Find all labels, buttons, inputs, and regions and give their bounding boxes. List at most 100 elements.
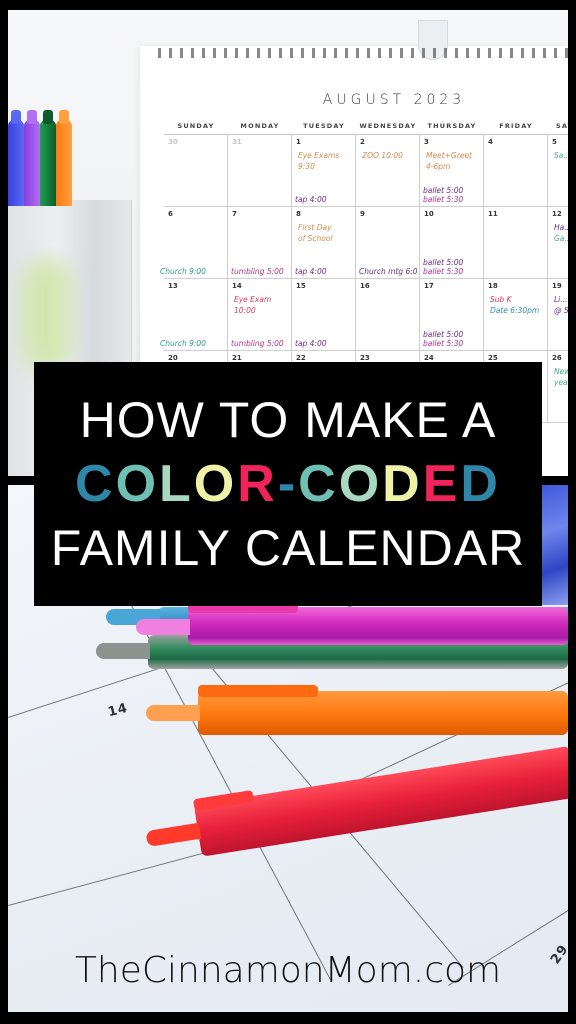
day-number: 23 — [360, 354, 370, 362]
day-number: 30 — [168, 138, 178, 146]
handwritten-note: of School — [298, 234, 333, 243]
day-number: 18 — [488, 282, 498, 290]
calendar-day-cell: 5 Sa... — [548, 135, 568, 207]
handwritten-note: ballet 5:30 — [423, 339, 464, 348]
handwritten-note: Eye Exam — [234, 295, 272, 304]
day-number: 14 — [232, 282, 242, 290]
handwritten-note: tap 4:00 — [295, 339, 327, 348]
calendar-day-cell: 16 — [356, 279, 420, 351]
handwritten-note: Meet+Greet — [426, 151, 472, 160]
day-number: 8 — [296, 210, 301, 218]
calendar-day-cell: 3 Meet+Greet 4-6pm ballet 5:00 ballet 5:30 — [420, 135, 484, 207]
title-line-1: HOW TO MAKE A — [79, 392, 497, 448]
calendar-day-cell: 4 — [484, 135, 548, 207]
day-number: 1 — [296, 138, 301, 146]
handwritten-note: tap 4:00 — [295, 267, 327, 276]
day-number: 9 — [360, 210, 365, 218]
day-number: 3 — [424, 138, 429, 146]
handwritten-note: Sa... — [554, 151, 568, 160]
title-letter: C — [75, 455, 116, 513]
handwritten-note: Ga... — [554, 234, 568, 243]
pen-magenta — [136, 601, 568, 645]
title-letter: L — [159, 455, 194, 513]
cup-pen — [24, 110, 40, 206]
handwritten-note: @ 5 — [554, 306, 568, 315]
pen-red — [145, 745, 568, 857]
calendar-day-cell: 6 Church 9:00 — [160, 207, 228, 279]
pen-cup-blur — [22, 260, 72, 370]
day-number: 4 — [488, 138, 493, 146]
calendar-month-title: AUGUST 2023 — [322, 92, 466, 108]
cup-pen-cap — [59, 110, 69, 124]
day-number: 22 — [296, 354, 306, 362]
calendar-day-cell: 10 ballet 5:00 ballet 5:30 — [420, 207, 484, 279]
day-number: 2 — [360, 138, 365, 146]
day-number: 21 — [232, 354, 242, 362]
calendar-day-cell: 30 — [164, 135, 228, 207]
day-number: 26 — [552, 354, 562, 362]
handwritten-note: 9:30 — [298, 162, 315, 171]
title-letter: D — [460, 455, 501, 513]
calendar-day-cell: 13 Church 9:00 — [160, 279, 228, 351]
weekday-label: WEDNESDAY — [359, 122, 417, 130]
weekday-label: MONDAY — [240, 122, 280, 130]
handwritten-note: ballet 5:00 — [423, 330, 464, 339]
site-url[interactable]: TheCinnamonMom.com — [0, 950, 576, 991]
title-letter: - — [277, 455, 299, 513]
calendar-day-cell: 26 New... year... — [548, 351, 568, 423]
weekday-label: SATURDAY — [555, 122, 568, 130]
title-letter: R — [237, 455, 278, 513]
calendar-day-cell: 11 — [484, 207, 548, 279]
handwritten-note: ZOO 10:00 — [362, 151, 403, 160]
weekday-label: FRIDAY — [499, 122, 533, 130]
calendar-day-cell: 18 Sub K Date 6:30pm — [484, 279, 548, 351]
calendar-weekday-header: SUNDAY MONDAY TUESDAY WEDNESDAY THURSDAY FRID… — [164, 122, 568, 130]
cup-pen — [40, 110, 56, 206]
handwritten-note: tumbling 5:00 — [231, 267, 284, 276]
handwritten-note: Church 9:00 — [160, 339, 206, 348]
handwritten-note: ballet 5:30 — [423, 267, 464, 276]
cup-pen — [8, 110, 24, 206]
weekday-label: THURSDAY — [427, 122, 477, 130]
day-number: 24 — [424, 354, 434, 362]
calendar-spiral-binding — [158, 48, 568, 58]
handwritten-note: ballet 5:00 — [423, 258, 464, 267]
handwritten-note: Ha... — [554, 223, 568, 232]
handwritten-note: 10:00 — [234, 306, 256, 315]
day-number: 15 — [296, 282, 306, 290]
calendar-day-cell: 14 Eye Exam 10:00 tumbling 5:00 — [228, 279, 292, 351]
day-number: 7 — [232, 210, 237, 218]
day-number: 25 — [488, 354, 498, 362]
day-number: 12 — [552, 210, 562, 218]
title-line-3: FAMILY CALENDAR — [50, 520, 526, 576]
cup-pen-cap — [43, 110, 53, 124]
cup-pen — [56, 110, 72, 206]
day-number: 17 — [424, 282, 434, 290]
day-number: 11 — [488, 210, 498, 218]
calendar-day-cell: 31 — [228, 135, 292, 207]
calendar-day-cell: 8 First Day of School tap 4:00 — [292, 207, 356, 279]
calendar-day-cell: 1 Eye Exams 9:30 tap 4:00 — [292, 135, 356, 207]
title-letter: D — [382, 455, 423, 513]
calendar-day-cell: 15 tap 4:00 — [292, 279, 356, 351]
handwritten-note: Church mtg 6:0 — [359, 267, 418, 276]
title-letter: E — [422, 455, 461, 513]
day-number: 6 — [168, 210, 173, 218]
title-banner: HOW TO MAKE A COLOR-CODED FAMILY CALENDA… — [34, 362, 542, 606]
day-number: 20 — [168, 354, 178, 362]
handwritten-note: 4-6pm — [426, 162, 451, 171]
title-letter: O — [115, 455, 160, 513]
calendar-day-cell: 12 Ha... Ga... — [548, 207, 568, 279]
title-letter: O — [338, 455, 383, 513]
handwritten-note: Sub K — [490, 295, 512, 304]
day-number: 31 — [232, 138, 242, 146]
title-letter: O — [193, 455, 238, 513]
handwritten-note: First Day — [298, 223, 332, 232]
handwritten-note: year... — [554, 378, 568, 387]
day-number: 19 — [552, 282, 562, 290]
calendar-day-cell: 19 Li... @ 5 — [548, 279, 568, 351]
title-line-color-coded: COLOR-CODED — [75, 452, 501, 516]
day-number: 10 — [424, 210, 434, 218]
weekday-label: SUNDAY — [177, 122, 215, 130]
handwritten-note: Eye Exams — [298, 151, 340, 160]
